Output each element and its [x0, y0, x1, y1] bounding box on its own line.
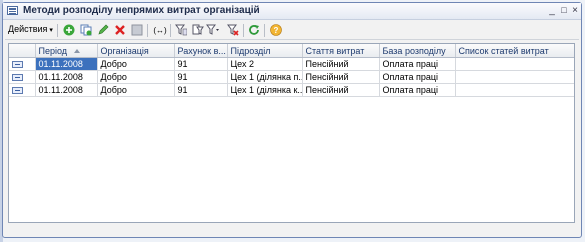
copy-icon[interactable]	[79, 23, 93, 37]
table-row[interactable]: 01.11.2008 Добро 91 Цех 1 (ділянка п... …	[9, 70, 574, 84]
toolbar-separator	[170, 24, 171, 37]
refresh-icon[interactable]	[247, 23, 261, 37]
cell-cost-items-list[interactable]	[455, 70, 574, 84]
column-header-icon[interactable]	[9, 44, 36, 58]
row-icon-cell	[9, 57, 36, 71]
cell-cost-items-list[interactable]	[455, 57, 574, 71]
row-icon-cell	[9, 70, 36, 84]
toolbar: Действия (↔)	[5, 21, 579, 40]
record-icon	[12, 87, 23, 95]
cell-account[interactable]: 91	[174, 57, 228, 71]
filter-list-icon[interactable]	[191, 23, 205, 37]
filter-icon[interactable]	[174, 23, 188, 37]
cell-department[interactable]: Цех 2	[227, 57, 303, 71]
cell-period[interactable]: 01.11.2008	[35, 83, 98, 97]
filter-dropdown-icon[interactable]	[206, 23, 220, 37]
table-row[interactable]: 01.11.2008 Добро 91 Цех 1 (ділянка к... …	[9, 83, 574, 97]
table-row[interactable]: 01.11.2008 Добро 91 Цех 2 Пенсійний Опла…	[9, 57, 574, 71]
cell-allocation-base[interactable]: Оплата праці	[379, 83, 456, 97]
column-header-allocation-base[interactable]: База розподілу	[379, 44, 456, 58]
clear-filter-icon[interactable]	[226, 23, 240, 37]
column-header-cost-items-list[interactable]: Список статей витрат	[455, 44, 574, 58]
cell-department[interactable]: Цех 1 (ділянка п...	[227, 70, 303, 84]
form-icon	[7, 6, 18, 15]
window: Методи розподілу непрямих витрат організ…	[2, 2, 582, 238]
close-icon[interactable]: ×	[569, 5, 581, 16]
cell-organization[interactable]: Добро	[97, 70, 175, 84]
toolbar-separator	[243, 24, 244, 37]
cell-period[interactable]: 01.11.2008	[35, 70, 98, 84]
minimize-icon[interactable]: _	[546, 5, 558, 16]
toolbar-separator	[264, 24, 265, 37]
cell-account[interactable]: 91	[174, 70, 228, 84]
cell-allocation-base[interactable]: Оплата праці	[379, 70, 456, 84]
row-icon-cell	[9, 83, 36, 97]
cell-cost-item[interactable]: Пенсійний	[302, 83, 380, 97]
edit-icon[interactable]	[96, 23, 110, 37]
interval-icon[interactable]: (↔)	[152, 23, 168, 37]
column-header-account[interactable]: Рахунок в...	[174, 44, 228, 58]
actions-menu[interactable]: Действия	[8, 24, 53, 34]
cell-allocation-base[interactable]: Оплата праці	[379, 57, 456, 71]
toolbar-separator	[147, 24, 148, 37]
cell-organization[interactable]: Добро	[97, 83, 175, 97]
add-icon[interactable]	[62, 23, 76, 37]
cell-department[interactable]: Цех 1 (ділянка к...	[227, 83, 303, 97]
cell-cost-item[interactable]: Пенсійний	[302, 70, 380, 84]
title-bar: Методи розподілу непрямих витрат організ…	[3, 3, 581, 20]
svg-text:?: ?	[274, 26, 279, 35]
sort-ascending-icon	[74, 49, 81, 54]
column-header-label: Період	[38, 45, 68, 56]
cell-period[interactable]: 01.11.2008	[35, 57, 98, 71]
column-header-cost-item[interactable]: Стаття витрат	[302, 44, 380, 58]
delete-icon[interactable]	[113, 23, 127, 37]
cell-organization[interactable]: Добро	[97, 57, 175, 71]
toolbar-separator	[57, 24, 58, 37]
table-header: Період Організація Рахунок в... Підрозді…	[9, 44, 574, 58]
column-header-department[interactable]: Підрозділ	[227, 44, 303, 58]
record-icon	[12, 61, 23, 69]
window-title: Методи розподілу непрямих витрат організ…	[23, 5, 260, 16]
column-header-period[interactable]: Період	[35, 44, 98, 58]
data-table: Період Організація Рахунок в... Підрозді…	[8, 43, 575, 223]
cell-cost-items-list[interactable]	[455, 83, 574, 97]
cell-account[interactable]: 91	[174, 83, 228, 97]
mark-icon[interactable]	[130, 23, 144, 37]
help-icon[interactable]: ?	[269, 23, 283, 37]
record-icon	[12, 74, 23, 82]
cell-cost-item[interactable]: Пенсійний	[302, 57, 380, 71]
column-header-organization[interactable]: Організація	[97, 44, 175, 58]
